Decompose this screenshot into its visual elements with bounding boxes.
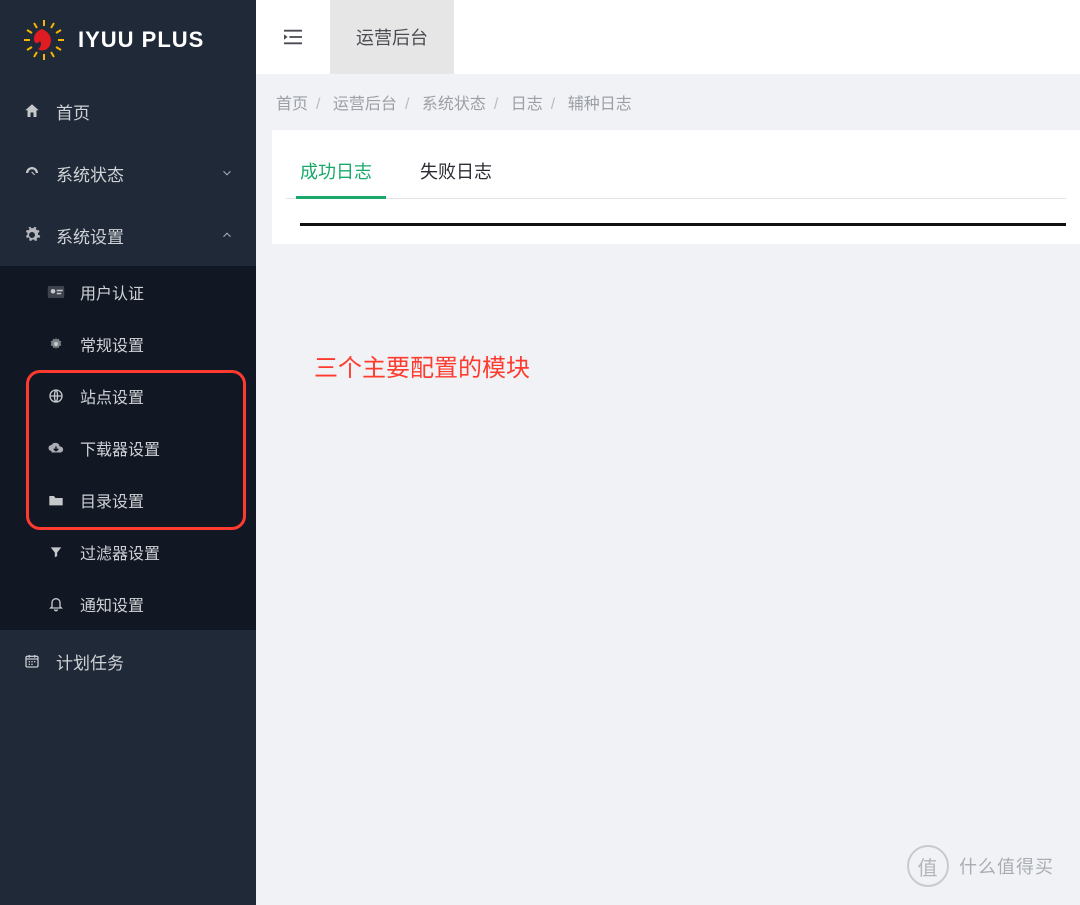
annotation-text: 三个主要配置的模块 xyxy=(314,348,530,383)
cloud-download-icon xyxy=(46,440,66,456)
sidebar-item-system-settings[interactable]: 系统设置 xyxy=(0,204,256,266)
home-icon xyxy=(22,102,42,120)
flame-logo-icon xyxy=(22,18,66,62)
topbar-tab-label: 运营后台 xyxy=(356,24,428,50)
sidebar-item-label: 首页 xyxy=(56,99,90,124)
breadcrumb-item: 辅种日志 xyxy=(568,96,632,113)
watermark-icon: 值 xyxy=(907,845,949,887)
sidebar-item-label: 目录设置 xyxy=(80,488,144,512)
content-tabs: 成功日志 失败日志 xyxy=(286,140,1066,199)
content-card: 成功日志 失败日志 xyxy=(272,130,1080,244)
breadcrumb-item[interactable]: 系统状态 xyxy=(422,96,486,113)
sidebar-item-filter-settings[interactable]: 过滤器设置 xyxy=(0,526,256,578)
breadcrumb-item[interactable]: 首页 xyxy=(276,96,308,113)
tab-label: 成功日志 xyxy=(300,162,372,182)
sidebar-item-directory-settings[interactable]: 目录设置 xyxy=(0,474,256,526)
breadcrumb-item[interactable]: 运营后台 xyxy=(333,96,397,113)
sidebar-item-general-settings[interactable]: 常规设置 xyxy=(0,318,256,370)
watermark-text: 什么值得买 xyxy=(959,853,1054,879)
sidebar-item-notification-settings[interactable]: 通知设置 xyxy=(0,578,256,630)
sidebar-item-label: 站点设置 xyxy=(80,384,144,408)
dashboard-icon xyxy=(22,164,42,182)
globe-icon xyxy=(46,388,66,404)
sidebar-submenu-settings: 用户认证 常规设置 站点设置 下载器设置 xyxy=(0,266,256,630)
breadcrumb: 首页/ 运营后台/ 系统状态/ 日志/ 辅种日志 xyxy=(256,74,1080,130)
main-area: 运营后台 首页/ 运营后台/ 系统状态/ 日志/ 辅种日志 成功日志 失败日志 … xyxy=(256,0,1080,905)
sidebar-item-label: 用户认证 xyxy=(80,280,144,304)
gear-icon xyxy=(22,226,42,244)
calendar-icon xyxy=(22,653,42,669)
sidebar-item-label: 通知设置 xyxy=(80,592,144,616)
sidebar-item-user-auth[interactable]: 用户认证 xyxy=(0,266,256,318)
breadcrumb-item[interactable]: 日志 xyxy=(511,96,543,113)
chevron-down-icon xyxy=(220,166,234,180)
watermark: 值 什么值得买 xyxy=(907,845,1054,887)
sidebar-item-label: 系统状态 xyxy=(56,161,124,186)
sidebar-item-label: 计划任务 xyxy=(56,649,124,674)
sidebar-item-downloader-settings[interactable]: 下载器设置 xyxy=(0,422,256,474)
sidebar-item-label: 系统设置 xyxy=(56,223,124,248)
bell-icon xyxy=(46,596,66,612)
sidebar: IYUU PLUS 首页 系统状态 系统设置 xyxy=(0,0,256,905)
sidebar-item-label: 下载器设置 xyxy=(80,436,160,460)
divider xyxy=(300,223,1066,226)
logo: IYUU PLUS xyxy=(0,0,256,80)
topbar-tab-operations[interactable]: 运营后台 xyxy=(330,0,454,74)
toggle-sidebar-button[interactable] xyxy=(256,0,330,74)
id-card-icon xyxy=(46,284,66,300)
brand-name: IYUU PLUS xyxy=(78,27,204,53)
tab-success-log[interactable]: 成功日志 xyxy=(296,148,376,198)
sidebar-item-label: 过滤器设置 xyxy=(80,540,160,564)
sidebar-item-scheduled-tasks[interactable]: 计划任务 xyxy=(0,630,256,692)
topbar: 运营后台 xyxy=(256,0,1080,74)
sidebar-item-label: 常规设置 xyxy=(80,332,144,356)
tab-failure-log[interactable]: 失败日志 xyxy=(416,148,496,198)
gear-icon xyxy=(46,336,66,352)
tab-label: 失败日志 xyxy=(420,162,492,182)
filter-icon xyxy=(46,545,66,559)
chevron-up-icon xyxy=(220,228,234,242)
sidebar-item-home[interactable]: 首页 xyxy=(0,80,256,142)
sidebar-item-site-settings[interactable]: 站点设置 xyxy=(0,370,256,422)
sidebar-item-system-status[interactable]: 系统状态 xyxy=(0,142,256,204)
folder-icon xyxy=(46,493,66,507)
indent-icon xyxy=(282,28,304,46)
